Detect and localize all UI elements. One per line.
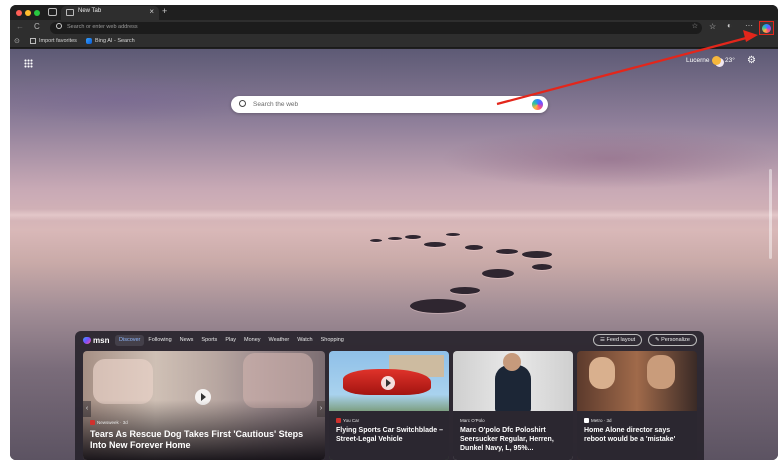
browser-window: New Tab × + ← C Search or enter web addr…: [10, 5, 778, 460]
tab-weather[interactable]: Weather: [265, 335, 294, 346]
msn-logo-text: msn: [93, 336, 110, 345]
background-stone: [446, 233, 460, 236]
more-options-icon[interactable]: ···: [745, 21, 753, 30]
favorites-toggle-icon[interactable]: ⊙: [14, 37, 20, 45]
app-launcher-icon[interactable]: [24, 59, 33, 68]
weather-temperature[interactable]: 23°: [725, 57, 735, 64]
navigation-bar: ← C Search or enter web address ☆ ☆ ◐ ··…: [10, 20, 778, 36]
tab-news[interactable]: News: [176, 335, 198, 346]
card-source: You Car: [336, 418, 359, 423]
background-stone: [370, 239, 382, 242]
background-cloud: [440, 129, 778, 189]
news-card[interactable]: Marc O'Polo Marc O'polo Dfc Poloshirt Se…: [453, 351, 573, 460]
source-logo-icon: [584, 418, 589, 423]
tab-following[interactable]: Following: [144, 335, 175, 346]
background-cloud: [10, 74, 270, 124]
address-placeholder: Search or enter web address: [67, 24, 138, 30]
maximize-window-button[interactable]: [34, 10, 40, 16]
search-icon: [239, 100, 246, 107]
news-card[interactable]: Metro · 3d Home Alone director says rebo…: [577, 351, 697, 460]
bing-icon: [86, 38, 92, 44]
feed-tabs: Discover Following News Sports Play Mone…: [115, 335, 348, 346]
card-image: [93, 359, 153, 404]
card-headline[interactable]: Flying Sports Car Switchblade – Street-L…: [336, 427, 443, 445]
tab-play[interactable]: Play: [221, 335, 240, 346]
import-icon: [30, 38, 36, 44]
background-stone: [410, 299, 466, 313]
page-icon: [66, 9, 74, 16]
card-image: [495, 365, 531, 413]
card-source: Newsweek · 3d: [90, 420, 128, 425]
background-stone: [532, 264, 552, 270]
web-search-box: [231, 96, 548, 113]
feed-layout-button[interactable]: ☰ Feed layout: [593, 334, 643, 346]
card-source-label: You Car: [343, 418, 360, 423]
gear-icon[interactable]: ⚙: [747, 55, 756, 66]
card-image: [589, 357, 615, 389]
tab-actions-icon[interactable]: [48, 8, 57, 16]
card-image: [647, 355, 675, 389]
background-stone: [496, 249, 518, 254]
source-logo-icon: [336, 418, 341, 423]
feed-layout-label: Feed layout: [606, 337, 636, 343]
news-card[interactable]: You Car Flying Sports Car Switchblade – …: [329, 351, 449, 460]
background-stone: [450, 287, 480, 294]
card-headline[interactable]: Marc O'polo Dfc Poloshirt Seersucker Reg…: [460, 427, 567, 453]
news-card[interactable]: ‹ › Newsweek · 3d Tears As Rescue Dog Ta…: [83, 351, 325, 460]
msn-logo[interactable]: msn: [83, 336, 109, 345]
close-tab-icon[interactable]: ×: [149, 7, 154, 17]
tab-watch[interactable]: Watch: [293, 335, 316, 346]
favorite-star-icon[interactable]: ☆: [692, 22, 698, 30]
title-bar: New Tab × +: [10, 5, 778, 20]
partly-cloudy-icon: [712, 56, 721, 65]
close-window-button[interactable]: [16, 10, 22, 16]
new-tab-page: Lucerne 23° ⚙ msn Discover Following New…: [10, 49, 778, 460]
background-horizon: [10, 209, 778, 221]
msn-feed: msn Discover Following News Sports Play …: [75, 331, 704, 460]
favorites-bar: ⊙ Import favorites Bing AI - Search: [10, 36, 778, 48]
tab-shopping[interactable]: Shopping: [317, 335, 348, 346]
favorite-bing-ai[interactable]: Bing AI - Search: [95, 38, 135, 44]
weather-location[interactable]: Lucerne: [686, 57, 710, 64]
search-icon: [56, 23, 62, 29]
card-source: Marc O'Polo: [460, 418, 485, 423]
background-stone: [405, 235, 421, 239]
card-image: [503, 353, 521, 371]
card-headline[interactable]: Tears As Rescue Dog Takes First 'Cautiou…: [90, 429, 319, 452]
tab-new-tab[interactable]: New Tab ×: [61, 6, 159, 20]
personalize-label: Personalize: [661, 337, 690, 343]
web-search-input[interactable]: [253, 99, 493, 110]
copilot-button[interactable]: [759, 21, 774, 35]
favorites-icon[interactable]: ☆: [709, 22, 716, 31]
card-source: Metro · 3d: [584, 418, 612, 423]
copilot-icon[interactable]: [532, 99, 543, 110]
background-stone: [482, 269, 514, 278]
minimize-window-button[interactable]: [25, 10, 31, 16]
source-logo-icon: [90, 420, 95, 425]
back-arrow-icon[interactable]: ←: [16, 22, 24, 31]
personalize-button[interactable]: ✎ Personalize: [648, 334, 697, 346]
tab-money[interactable]: Money: [240, 335, 265, 346]
background-stone: [465, 245, 483, 250]
refresh-icon[interactable]: C: [34, 22, 40, 31]
tab-title: New Tab: [78, 8, 102, 14]
address-bar[interactable]: Search or enter web address ☆: [50, 22, 702, 34]
new-tab-button[interactable]: +: [162, 6, 167, 16]
card-source-label: Newsweek · 3d: [97, 420, 128, 425]
tab-discover[interactable]: Discover: [115, 335, 145, 346]
profile-icon[interactable]: ◐: [727, 21, 732, 30]
card-headline[interactable]: Home Alone director says reboot would be…: [584, 427, 691, 445]
background-stone: [388, 237, 402, 240]
background-stone: [424, 242, 446, 247]
page-scrollbar[interactable]: [769, 169, 772, 259]
msn-butterfly-icon: [83, 337, 91, 344]
favorite-import[interactable]: Import favorites: [39, 38, 77, 44]
tab-sports[interactable]: Sports: [197, 335, 221, 346]
copilot-icon: [762, 24, 771, 33]
background-stone: [522, 251, 552, 258]
play-icon[interactable]: [381, 376, 395, 390]
card-source-label: Metro · 3d: [591, 418, 612, 423]
